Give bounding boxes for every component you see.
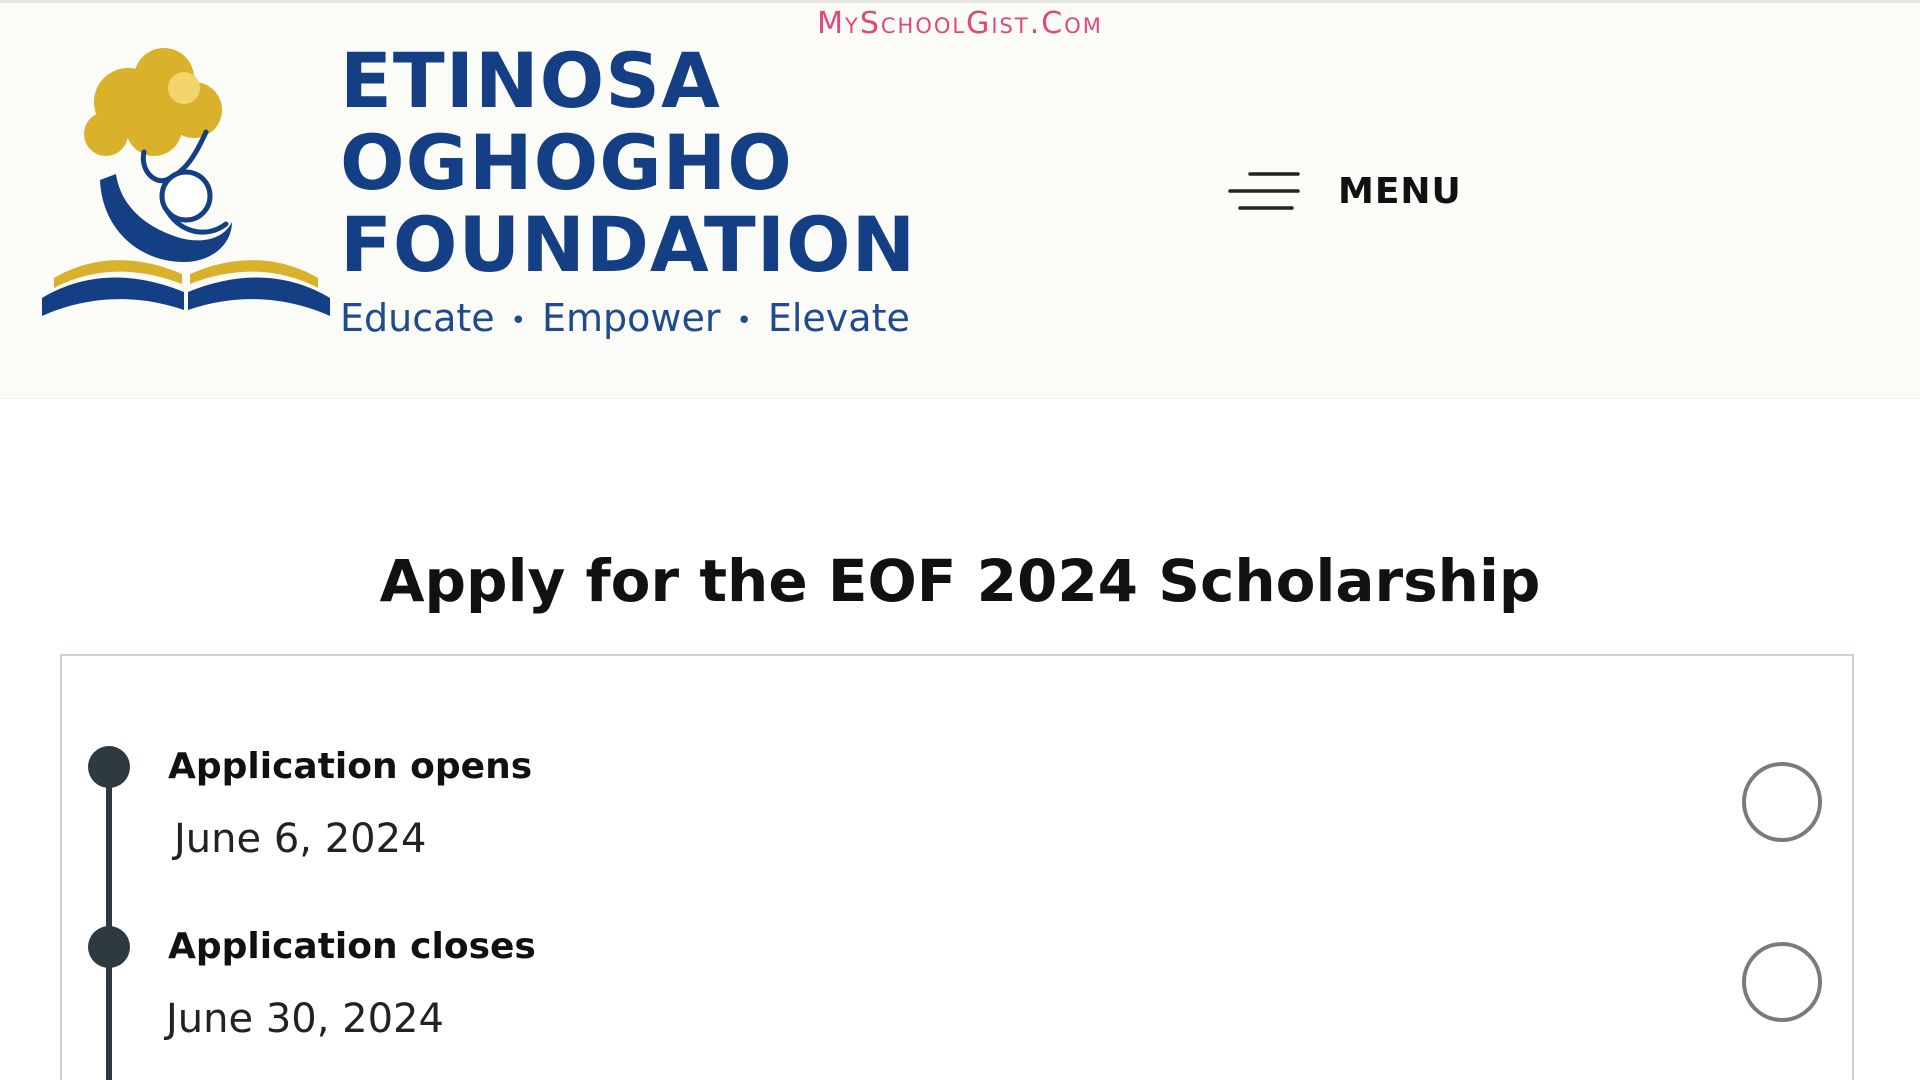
page-title: Apply for the EOF 2024 Scholarship xyxy=(379,546,1541,615)
timeline-item-application-closes: Application closes June 30, 2024 xyxy=(62,926,1852,1066)
application-timeline-card: Application opens June 6, 2024 Applicati… xyxy=(60,654,1854,1080)
top-divider xyxy=(0,0,1920,3)
tagline-separator-dot: • xyxy=(736,305,752,336)
tagline-separator-dot: • xyxy=(510,305,527,336)
page: MySchoolGist.Com ETINOSA OGHOGHO FOUNDAT… xyxy=(0,0,1920,1080)
tagline-empower: Empower xyxy=(542,296,721,340)
timeline-item-label: Application closes xyxy=(168,926,536,967)
timeline-item-date: June 30, 2024 xyxy=(166,996,444,1042)
timeline-dot-icon xyxy=(88,746,130,788)
timeline-dot-icon xyxy=(88,926,130,968)
tagline-educate: Educate xyxy=(340,296,495,340)
empty-circle-icon[interactable] xyxy=(1742,762,1822,842)
timeline-item-application-opens: Application opens June 6, 2024 xyxy=(62,746,1852,886)
brand-name-line-2: OGHOGHO xyxy=(340,118,793,207)
brand-name-line-3: FOUNDATION xyxy=(340,200,917,289)
tagline-elevate: Elevate xyxy=(767,296,910,340)
open-book-icon xyxy=(42,260,330,316)
hamburger-menu-icon[interactable] xyxy=(1228,170,1300,212)
brand-tagline: Educate • Empower • Elevate xyxy=(340,296,916,340)
foundation-wordmark[interactable]: ETINOSA OGHOGHO FOUNDATION Educate • Empow… xyxy=(340,36,917,341)
menu-label[interactable]: MENU xyxy=(1338,171,1462,212)
timeline-item-label: Application opens xyxy=(168,746,533,787)
timeline-item-date: June 6, 2024 xyxy=(174,816,427,862)
brand-name-line-1: ETINOSA xyxy=(340,36,721,125)
empty-circle-icon[interactable] xyxy=(1742,942,1822,1022)
site-header: MySchoolGist.Com ETINOSA OGHOGHO FOUNDAT… xyxy=(0,0,1920,399)
foundation-logo-icon[interactable] xyxy=(36,30,336,335)
menu-button[interactable]: MENU xyxy=(1228,170,1462,212)
